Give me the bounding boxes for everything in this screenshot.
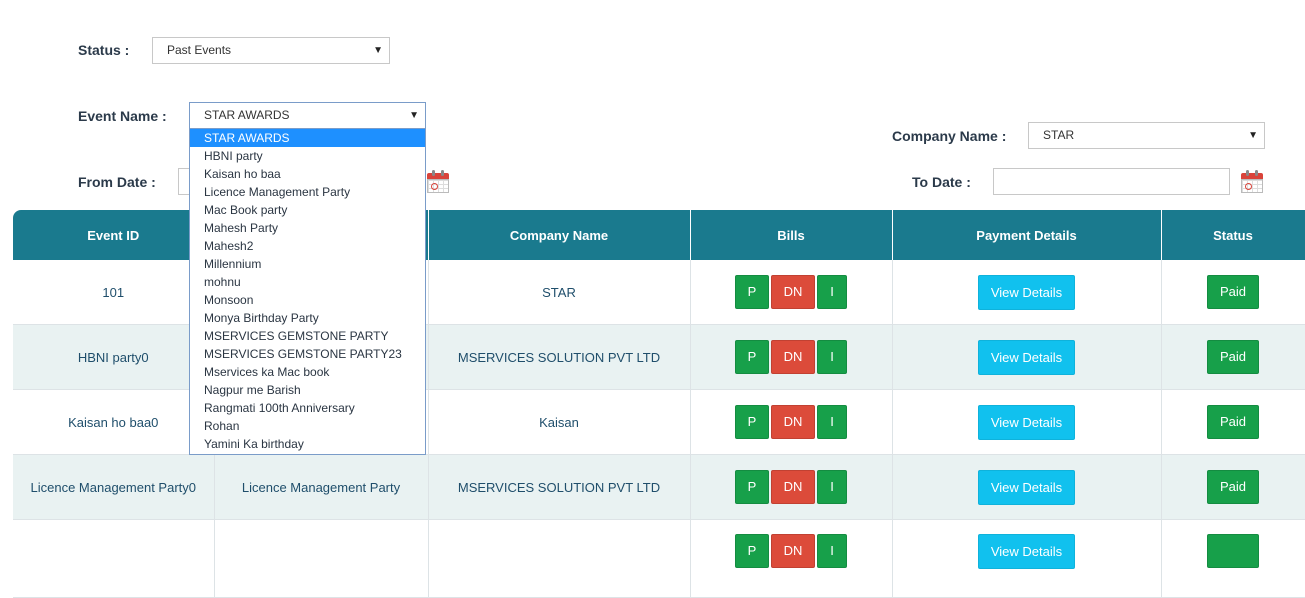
column-header-bills: Bills — [690, 210, 893, 260]
event-name-label: Event Name : — [78, 108, 167, 124]
calendar-icon[interactable] — [427, 170, 449, 193]
i-bill-button[interactable]: I — [817, 275, 847, 309]
paid-status-button[interactable] — [1207, 534, 1259, 568]
chevron-down-icon: ▼ — [373, 45, 383, 56]
paid-status-button[interactable]: Paid — [1207, 275, 1259, 309]
event-id-cell: Licence Management Party0 — [13, 454, 215, 520]
p-bill-button[interactable]: P — [735, 340, 769, 374]
event-id-cell — [13, 519, 215, 598]
i-bill-button[interactable]: I — [817, 405, 847, 439]
p-bill-button[interactable]: P — [735, 534, 769, 568]
event-id-cell: HBNI party0 — [13, 324, 215, 390]
company-cell: MSERVICES SOLUTION PVT LTD — [428, 324, 691, 390]
bills-cell: P DN I — [690, 260, 893, 325]
event-option[interactable]: Mahesh2 — [190, 237, 425, 255]
bills-cell: P DN I — [690, 519, 893, 598]
dn-bill-button[interactable]: DN — [771, 470, 815, 504]
payment-details-cell: View Details — [892, 389, 1162, 455]
event-option[interactable]: Mservices ka Mac book — [190, 363, 425, 381]
column-header-status: Status — [1161, 210, 1305, 260]
event-option[interactable]: Licence Management Party — [190, 183, 425, 201]
company-cell: Kaisan — [428, 389, 691, 455]
event-option[interactable]: Mac Book party — [190, 201, 425, 219]
status-cell: Paid — [1161, 454, 1305, 520]
table-row: Licence Management Party0 Licence Manage… — [13, 454, 1305, 520]
chevron-down-icon: ▼ — [1248, 130, 1258, 141]
i-bill-button[interactable]: I — [817, 340, 847, 374]
dn-bill-button[interactable]: DN — [771, 405, 815, 439]
event-option[interactable]: Nagpur me Barish — [190, 381, 425, 399]
bills-cell: P DN I — [690, 454, 893, 520]
event-option[interactable]: MSERVICES GEMSTONE PARTY — [190, 327, 425, 345]
event-option[interactable]: Monsoon — [190, 291, 425, 309]
to-date-label: To Date : — [912, 174, 971, 190]
status-label: Status : — [78, 42, 130, 58]
event-id-cell: Kaisan ho baa0 — [13, 389, 215, 455]
event-option[interactable]: mohnu — [190, 273, 425, 291]
event-name-select[interactable]: STAR AWARDS ▼ — [189, 102, 426, 129]
view-details-button[interactable]: View Details — [978, 274, 1075, 310]
company-name-label: Company Name : — [892, 128, 1007, 144]
event-option[interactable]: STAR AWARDS — [190, 129, 425, 147]
p-bill-button[interactable]: P — [735, 275, 769, 309]
event-name-dropdown-list[interactable]: STAR AWARDS HBNI party Kaisan ho baa Lic… — [189, 128, 426, 455]
calendar-icon[interactable] — [1241, 170, 1263, 193]
paid-status-button[interactable]: Paid — [1207, 340, 1259, 374]
column-header-payment-details: Payment Details — [892, 210, 1162, 260]
event-name-cell — [214, 519, 429, 598]
payment-details-cell: View Details — [892, 260, 1162, 325]
p-bill-button[interactable]: P — [735, 470, 769, 504]
from-date-label: From Date : — [78, 174, 156, 190]
status-select[interactable]: Past Events ▼ — [152, 37, 390, 64]
chevron-down-icon: ▼ — [409, 110, 419, 121]
status-select-value: Past Events — [167, 43, 232, 57]
to-date-input[interactable] — [993, 168, 1230, 195]
view-details-button[interactable]: View Details — [978, 404, 1075, 440]
status-cell: Paid — [1161, 389, 1305, 455]
dn-bill-button[interactable]: DN — [771, 340, 815, 374]
i-bill-button[interactable]: I — [817, 534, 847, 568]
view-details-button[interactable]: View Details — [978, 534, 1075, 569]
event-name-cell: Licence Management Party — [214, 454, 429, 520]
paid-status-button[interactable]: Paid — [1207, 470, 1259, 504]
column-header-company-name: Company Name — [428, 210, 691, 260]
paid-status-button[interactable]: Paid — [1207, 405, 1259, 439]
event-option[interactable]: HBNI party — [190, 147, 425, 165]
company-name-select[interactable]: STAR ▼ — [1028, 122, 1265, 149]
event-option[interactable]: Kaisan ho baa — [190, 165, 425, 183]
i-bill-button[interactable]: I — [817, 470, 847, 504]
company-name-select-value: STAR — [1043, 128, 1075, 142]
company-cell: STAR — [428, 260, 691, 325]
event-name-select-value: STAR AWARDS — [204, 108, 290, 122]
bills-cell: P DN I — [690, 389, 893, 455]
payment-details-cell: View Details — [892, 324, 1162, 390]
event-option[interactable]: Rangmati 100th Anniversary — [190, 399, 425, 417]
p-bill-button[interactable]: P — [735, 405, 769, 439]
dn-bill-button[interactable]: DN — [771, 275, 815, 309]
event-option[interactable]: Yamini Ka birthday — [190, 435, 425, 453]
event-option[interactable]: Millennium — [190, 255, 425, 273]
table-row: P DN I View Details — [13, 519, 1305, 598]
event-option[interactable]: Monya Birthday Party — [190, 309, 425, 327]
event-option[interactable]: MSERVICES GEMSTONE PARTY23 — [190, 345, 425, 363]
company-cell: MSERVICES SOLUTION PVT LTD — [428, 454, 691, 520]
dn-bill-button[interactable]: DN — [771, 534, 815, 568]
event-id-cell: 101 — [13, 260, 215, 325]
event-option[interactable]: Rohan — [190, 417, 425, 435]
company-cell — [428, 519, 691, 598]
view-details-button[interactable]: View Details — [978, 469, 1075, 505]
status-cell: Paid — [1161, 324, 1305, 390]
bills-cell: P DN I — [690, 324, 893, 390]
status-cell — [1161, 519, 1305, 598]
payment-details-cell: View Details — [892, 454, 1162, 520]
column-header-event-id: Event ID — [13, 210, 215, 260]
event-option[interactable]: Mahesh Party — [190, 219, 425, 237]
payment-details-cell: View Details — [892, 519, 1162, 598]
view-details-button[interactable]: View Details — [978, 339, 1075, 375]
status-cell: Paid — [1161, 260, 1305, 325]
